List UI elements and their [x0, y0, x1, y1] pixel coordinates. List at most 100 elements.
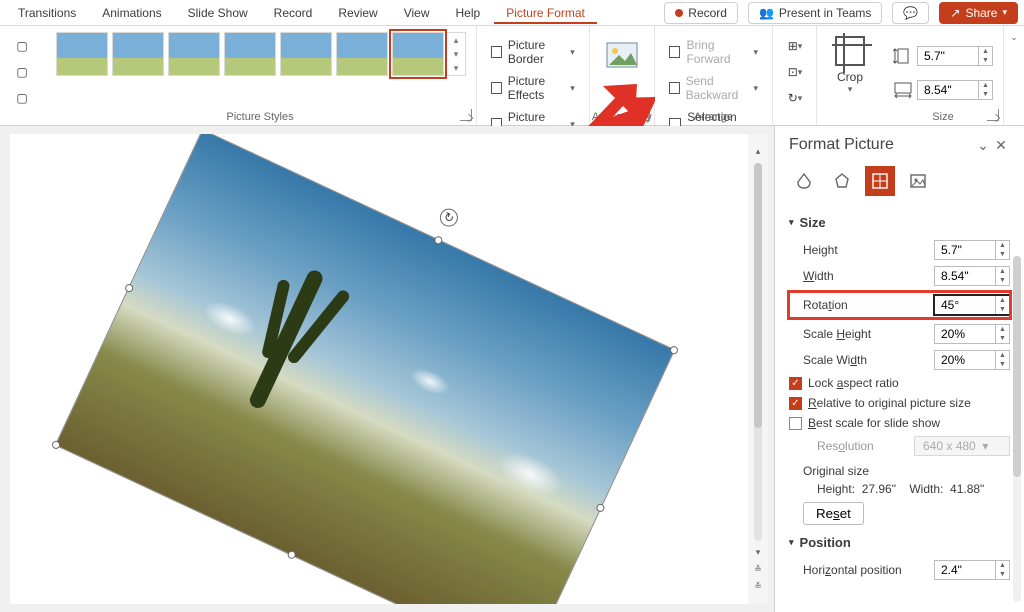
scroll-thumb[interactable]	[754, 163, 762, 428]
size-section-header[interactable]: ▾Size	[789, 215, 1010, 230]
spin-up[interactable]: ▲	[979, 81, 992, 90]
spin-down[interactable]: ▼	[979, 56, 992, 65]
tab-view[interactable]: View	[392, 2, 442, 24]
remove-background-button[interactable]: ▢	[10, 36, 34, 56]
best-scale-checkbox[interactable]: Best scale for slide show	[789, 416, 1010, 430]
scroll-up-icon[interactable]: ▴	[756, 146, 761, 157]
ribbon-tabs: Transitions Animations Slide Show Record…	[0, 0, 1024, 26]
pane-width-input[interactable]: ▲▼	[934, 266, 1010, 286]
accessibility-launcher[interactable]	[638, 109, 650, 121]
position-section-header[interactable]: ▾Position	[789, 535, 1010, 550]
comments-button[interactable]: 💬	[892, 2, 929, 24]
style-thumb-5[interactable]	[280, 32, 332, 76]
bring-forward-icon	[669, 46, 681, 58]
width-value[interactable]	[918, 81, 978, 99]
checkbox-icon	[789, 417, 802, 430]
pane-height-input[interactable]: ▲▼	[934, 240, 1010, 260]
record-button[interactable]: Record	[664, 2, 738, 24]
scale-width-label: Scale Width	[803, 353, 934, 367]
chevron-down-icon: ▾	[753, 83, 758, 94]
pane-tab-picture[interactable]	[903, 166, 933, 196]
bring-forward-button[interactable]: Bring Forward ▾	[665, 36, 762, 68]
crop-icon	[835, 36, 865, 66]
pane-options-button[interactable]: ⌄	[974, 137, 992, 154]
tab-slideshow[interactable]: Slide Show	[176, 2, 260, 24]
format-picture-pane: Format Picture ⌄ ✕ ▾Size Height ▲▼ WWidt…	[774, 126, 1024, 612]
border-icon	[491, 46, 502, 58]
chevron-down-icon: ▾	[753, 47, 758, 58]
group-button[interactable]: ⊡▾	[783, 62, 807, 82]
caret-down-icon: ▾	[789, 217, 794, 228]
pane-scale-height-input[interactable]: ▲▼	[934, 324, 1010, 344]
pane-rotation-input[interactable]: ▲▼	[934, 295, 1010, 315]
style-thumb-2[interactable]	[112, 32, 164, 76]
pane-hpos-input[interactable]: ▲▼	[934, 560, 1010, 580]
pane-tab-effects[interactable]	[827, 166, 857, 196]
width-icon	[893, 81, 913, 99]
resolution-select: 640 x 480 ▾	[914, 436, 1010, 456]
slide-editor: ↻ ▴ ▾ ≙ ≚	[0, 126, 774, 612]
tab-animations[interactable]: Animations	[90, 2, 173, 24]
prev-slide-icon[interactable]: ≙	[754, 564, 762, 575]
height-label: Height	[803, 243, 934, 257]
scroll-down-icon[interactable]: ▾	[756, 547, 761, 558]
slide-canvas[interactable]: ↻	[10, 134, 748, 604]
chevron-down-icon: ▾	[848, 84, 853, 95]
style-thumb-6[interactable]	[336, 32, 388, 76]
pane-scroll-thumb[interactable]	[1013, 256, 1021, 477]
lock-aspect-checkbox[interactable]: ✓Lock aspect ratio	[789, 376, 1010, 390]
picture-content	[56, 134, 674, 604]
chevron-down-icon: ▾	[570, 83, 575, 94]
height-input[interactable]: ▲▼	[917, 46, 993, 66]
size-launcher[interactable]	[987, 109, 999, 121]
tab-transitions[interactable]: Transitions	[6, 2, 88, 24]
pane-scale-width-input[interactable]: ▲▼	[934, 350, 1010, 370]
pane-title: Format Picture	[789, 136, 974, 154]
picture-effects-label: Picture Effects	[508, 74, 564, 102]
picture-styles-launcher[interactable]	[460, 109, 472, 121]
relative-original-checkbox[interactable]: ✓Relative to original picture size	[789, 396, 1010, 410]
tab-review[interactable]: Review	[326, 2, 389, 24]
alt-text-button[interactable]	[600, 36, 644, 76]
caret-down-icon: ▾	[789, 537, 794, 548]
rotation-handle[interactable]: ↻	[437, 206, 461, 230]
next-slide-icon[interactable]: ≚	[754, 581, 762, 592]
present-in-teams-button[interactable]: 👥Present in Teams	[748, 2, 882, 24]
style-thumb-7[interactable]	[392, 32, 444, 76]
share-button[interactable]: ↗Share▾	[939, 2, 1018, 24]
corrections-button[interactable]: ▢	[10, 62, 34, 82]
selected-picture[interactable]: ↻	[56, 134, 674, 604]
ribbon-collapse-button[interactable]: ⌄	[1010, 32, 1018, 43]
tab-help[interactable]: Help	[444, 2, 493, 24]
checkbox-icon: ✓	[789, 377, 802, 390]
pane-tab-size[interactable]	[865, 166, 895, 196]
width-input[interactable]: ▲▼	[917, 80, 993, 100]
height-value[interactable]	[918, 47, 978, 65]
pane-scrollbar[interactable]	[1013, 256, 1021, 602]
pane-tab-fill[interactable]	[789, 166, 819, 196]
spin-down[interactable]: ▼	[979, 90, 992, 99]
chevron-down-icon: ▾	[570, 47, 575, 58]
rotate-button[interactable]: ↻▾	[783, 88, 807, 108]
rotation-label: Rotation	[803, 298, 934, 312]
align-button[interactable]: ⊞▾	[783, 36, 807, 56]
effects-icon	[491, 82, 502, 94]
reset-button[interactable]: Reset	[803, 502, 864, 525]
picture-border-button[interactable]: Picture Border▾	[487, 36, 579, 68]
pane-close-button[interactable]: ✕	[992, 137, 1010, 154]
style-thumb-1[interactable]	[56, 32, 108, 76]
style-thumb-3[interactable]	[168, 32, 220, 76]
styles-more-button[interactable]: ▴▾▾	[446, 32, 466, 76]
comment-icon: 💬	[903, 6, 918, 20]
vertical-scrollbar[interactable]: ▴ ▾ ≙ ≚	[748, 134, 768, 604]
send-backward-button[interactable]: Send Backward▾	[665, 72, 762, 104]
tab-picture-format[interactable]: Picture Format	[494, 2, 597, 24]
picture-effects-button[interactable]: Picture Effects ▾	[487, 72, 579, 104]
style-thumb-4[interactable]	[224, 32, 276, 76]
tab-record[interactable]: Record	[262, 2, 325, 24]
chevron-down-icon: ▾	[1002, 7, 1007, 18]
crop-button[interactable]: Crop ▾	[827, 32, 873, 99]
bring-forward-label: Bring Forward	[686, 38, 747, 66]
color-button[interactable]: ▢	[10, 88, 34, 108]
spin-up[interactable]: ▲	[979, 47, 992, 56]
